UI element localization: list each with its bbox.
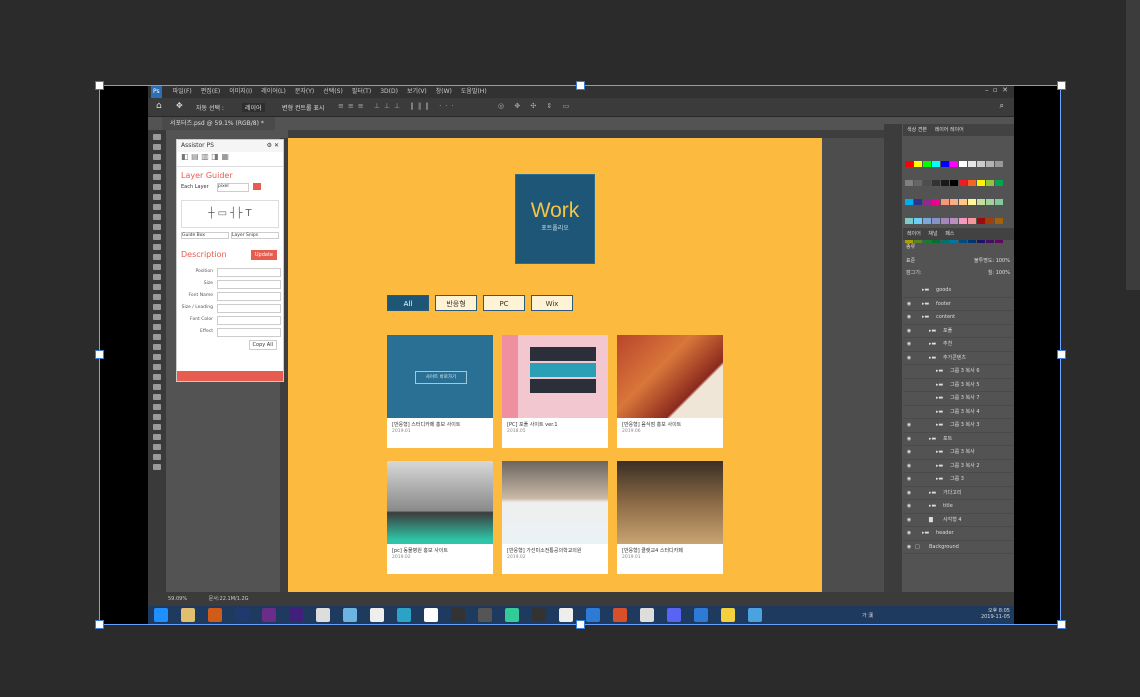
resize-handle[interactable]	[576, 620, 585, 629]
resize-handle[interactable]	[1057, 350, 1066, 359]
resize-handle[interactable]	[1057, 620, 1066, 629]
resize-handle[interactable]	[95, 81, 104, 90]
resize-handle[interactable]	[576, 81, 585, 90]
background-window-edge	[1126, 0, 1140, 290]
resize-handle[interactable]	[1057, 81, 1066, 90]
resize-handle[interactable]	[95, 350, 104, 359]
selection-box[interactable]	[99, 85, 1061, 625]
resize-handle[interactable]	[95, 620, 104, 629]
